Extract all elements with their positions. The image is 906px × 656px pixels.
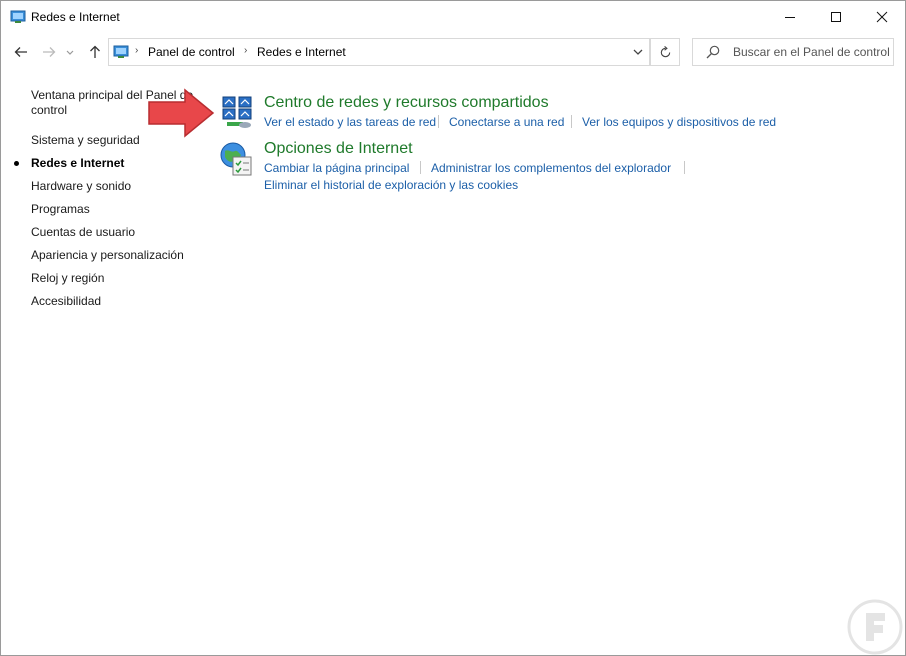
forward-button[interactable]	[39, 41, 59, 63]
recent-locations-button[interactable]	[63, 41, 77, 63]
sidebar-item-accesibilidad[interactable]: Accesibilidad	[31, 294, 101, 309]
maximize-button[interactable]	[813, 1, 859, 32]
internet-options-title[interactable]: Opciones de Internet	[264, 140, 413, 158]
chevron-down-icon[interactable]	[631, 45, 645, 59]
control-panel-window: Redes e Internet › Panel de control › Re…	[0, 0, 906, 656]
close-icon	[876, 11, 888, 22]
sidebar-item-cuentas-de-usuario[interactable]: Cuentas de usuario	[31, 225, 135, 240]
task-ver-equipos-red[interactable]: Ver los equipos y dispositivos de red	[582, 115, 776, 129]
watermark-logo-icon	[847, 599, 903, 655]
sidebar-item-apariencia[interactable]: Apariencia y personalización	[31, 248, 184, 263]
sidebar-item-sistema-y-seguridad[interactable]: Sistema y seguridad	[31, 133, 140, 148]
up-arrow-icon	[90, 45, 100, 58]
network-sharing-center-icon[interactable]	[219, 95, 255, 131]
chevron-down-icon	[66, 50, 74, 55]
breadcrumb-redes-e-internet[interactable]: Redes e Internet	[257, 45, 346, 59]
up-button[interactable]	[85, 41, 105, 63]
task-administrar-complementos[interactable]: Administrar los complementos del explora…	[431, 161, 671, 175]
minimize-icon	[785, 16, 795, 18]
maximize-icon	[831, 11, 841, 22]
search-icon	[706, 45, 720, 59]
search-placeholder: Buscar en el Panel de control	[733, 45, 890, 59]
sidebar-item-reloj-y-region[interactable]: Reloj y región	[31, 271, 104, 286]
network-sharing-center-title[interactable]: Centro de redes y recursos compartidos	[264, 94, 549, 112]
breadcrumb-separator-icon[interactable]: ›	[244, 45, 247, 56]
search-box[interactable]: Buscar en el Panel de control	[692, 38, 894, 66]
close-button[interactable]	[859, 1, 905, 32]
internet-options-icon[interactable]	[219, 141, 255, 177]
sidebar-item-hardware-y-sonido[interactable]: Hardware y sonido	[31, 179, 131, 194]
sidebar-item-redes-e-internet[interactable]: Redes e Internet	[31, 156, 124, 171]
forward-arrow-icon	[43, 47, 56, 57]
address-bar[interactable]: › Panel de control › Redes e Internet	[108, 38, 650, 66]
minimize-button[interactable]	[767, 1, 813, 32]
task-divider	[684, 161, 685, 174]
sidebar-item-programas[interactable]: Programas	[31, 202, 90, 217]
task-ver-estado-red[interactable]: Ver el estado y las tareas de red	[264, 115, 436, 129]
refresh-button[interactable]	[650, 38, 680, 66]
task-conectarse-red[interactable]: Conectarse a una red	[449, 115, 564, 129]
task-divider	[571, 115, 572, 128]
window-title: Redes e Internet	[31, 10, 120, 24]
task-divider	[420, 161, 421, 174]
task-divider	[438, 115, 439, 128]
breadcrumb-panel-de-control[interactable]: Panel de control	[148, 45, 235, 59]
network-icon	[10, 10, 26, 23]
refresh-icon	[660, 45, 670, 57]
control-panel-icon	[113, 45, 129, 58]
back-arrow-icon	[14, 47, 27, 57]
annotation-arrow-icon	[148, 88, 215, 138]
back-button[interactable]	[11, 41, 31, 63]
navigation-bar: › Panel de control › Redes e Internet Bu…	[1, 32, 905, 72]
task-eliminar-historial[interactable]: Eliminar el historial de exploración y l…	[264, 178, 518, 192]
task-cambiar-pagina-principal[interactable]: Cambiar la página principal	[264, 161, 409, 175]
active-bullet-icon	[14, 161, 19, 166]
title-bar: Redes e Internet	[1, 1, 905, 32]
breadcrumb-separator-icon[interactable]: ›	[135, 45, 138, 56]
